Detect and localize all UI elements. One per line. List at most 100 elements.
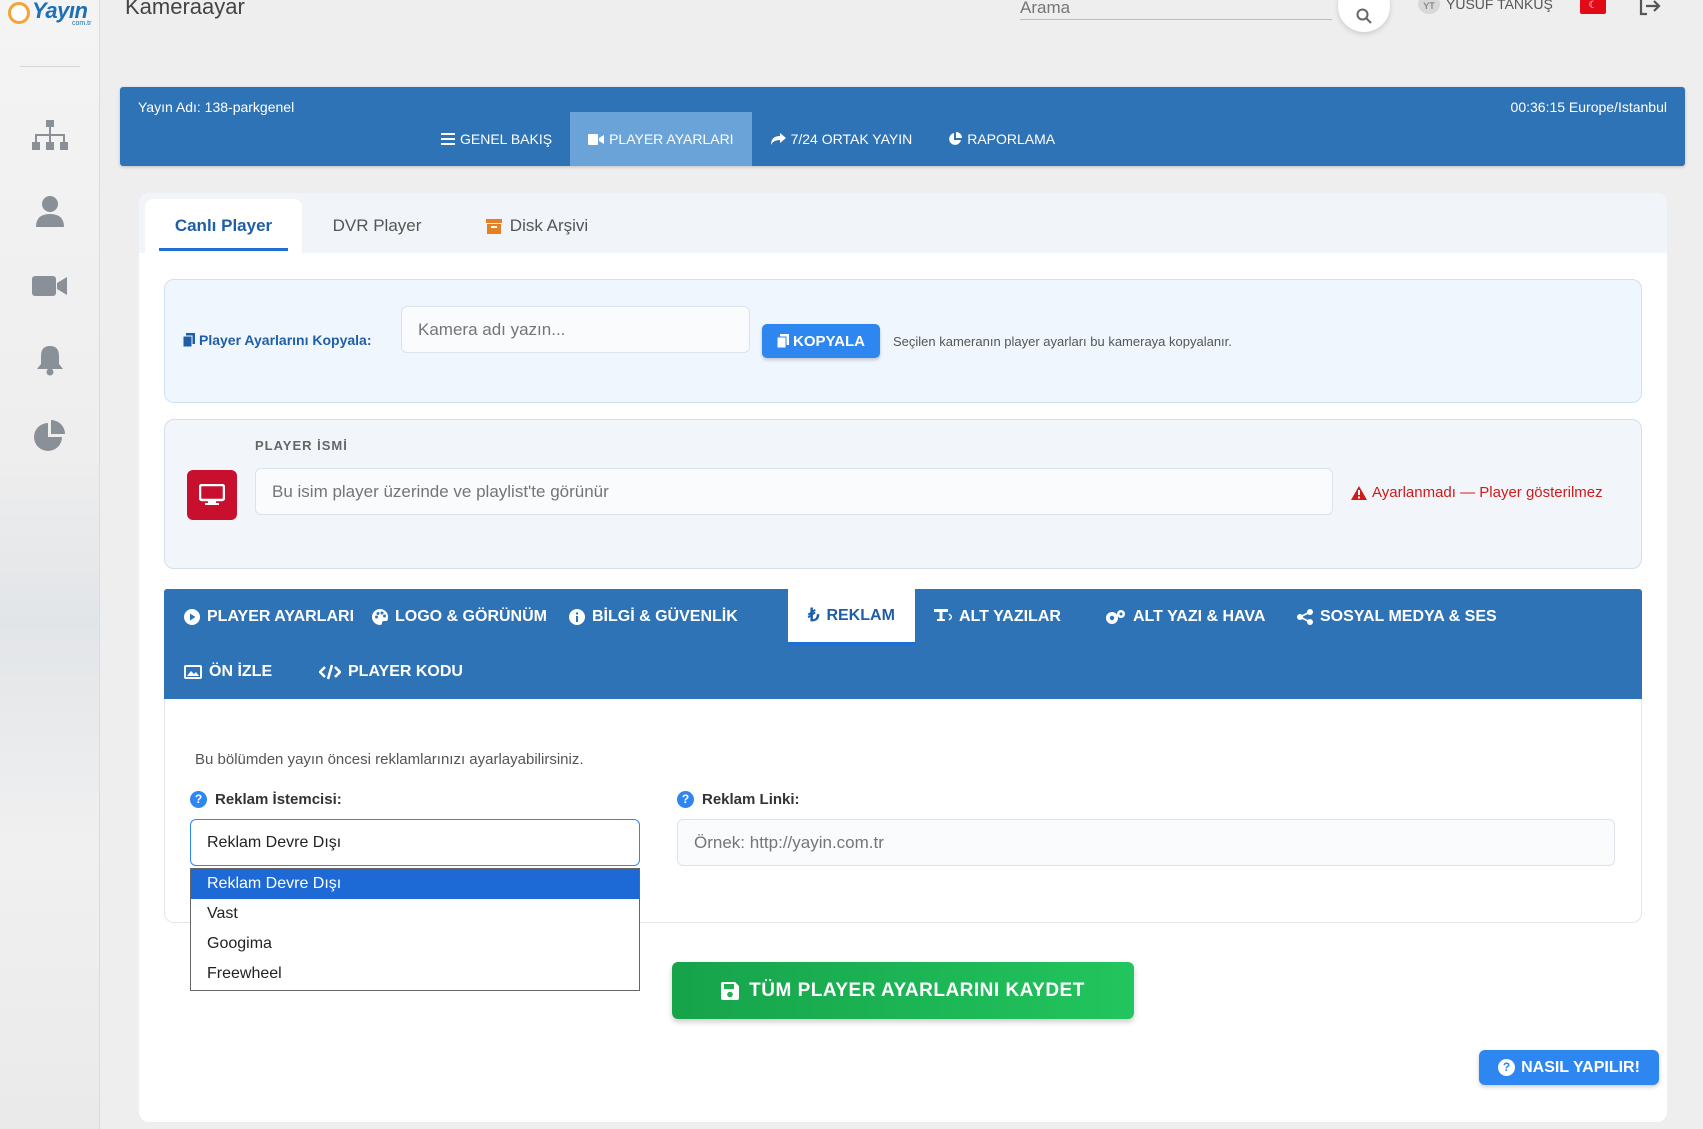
sidebar-divider (20, 66, 80, 67)
play-circle-icon (184, 609, 200, 625)
player-name-label: PLAYER İSMİ (255, 438, 348, 453)
tab-label: PLAYER AYARLARI (207, 608, 355, 625)
logout-icon[interactable] (1638, 0, 1662, 21)
ads-description: Bu bölümden yayın öncesi reklamlarınızı … (195, 751, 584, 768)
brand-sub: com.tr (72, 20, 92, 27)
copy-label: Player Ayarlarını Kopyala: (183, 332, 371, 348)
share-icon (1297, 609, 1313, 625)
monitor-icon (187, 470, 237, 520)
tab-label: Canlı Player (174, 216, 273, 235)
tab-bilgi-guvenlik[interactable]: BİLGİ & GÜVENLİK (549, 589, 758, 645)
copy-icon (777, 334, 790, 348)
copy-help-text: Seçilen kameranın player ayarları bu kam… (893, 334, 1232, 349)
user-name[interactable]: YUSUF TANKUŞ (1446, 0, 1553, 12)
copy-button-label: KOPYALA (793, 332, 865, 350)
help-button[interactable]: ? NASIL YAPILIR! (1479, 1050, 1659, 1085)
tab-reklam[interactable]: ₺ REKLAM (788, 589, 915, 645)
topnav-genel-bakis[interactable]: GENEL BAKIŞ (423, 112, 570, 166)
stream-name: Yayın Adı: 138-parkgenel (138, 99, 295, 115)
question-icon[interactable]: ? (190, 791, 207, 808)
player-name-panel: PLAYER İSMİ Ayarlanmadı — Player gösteri… (164, 419, 1642, 569)
pie-icon (949, 132, 963, 145)
topnav-ortak-yayin[interactable]: 7/24 ORTAK YAYIN (752, 112, 931, 166)
topnav-label: 7/24 ORTAK YAYIN (790, 131, 913, 147)
tab-label: DVR Player (332, 216, 422, 235)
copy-label-text: Player Ayarlarını Kopyala: (199, 332, 372, 348)
camera-name-input[interactable] (401, 306, 750, 353)
brand-logo[interactable]: Yayın com.tr (8, 0, 94, 30)
info-circle-icon (569, 609, 585, 625)
ads-client-options: Reklam Devre Dışı Vast Googima Freewheel (190, 868, 640, 991)
user-icon[interactable] (30, 193, 70, 229)
player-tabs: Canlı Player DVR Player Disk Arşivi (139, 193, 1667, 253)
player-name-warning: Ayarlanmadı — Player gösterilmez (1351, 484, 1603, 501)
copy-button[interactable]: KOPYALA (762, 324, 880, 358)
search-icon (1356, 8, 1372, 24)
cogs-icon (1106, 610, 1125, 624)
topnav-player-ayarlari[interactable]: PLAYER AYARLARI (570, 112, 752, 166)
tab-label: ALT YAZI & HAVA (1133, 608, 1266, 625)
tab-disk-arsivi[interactable]: Disk Arşivi (452, 199, 622, 253)
search-field[interactable] (1020, 0, 1332, 20)
tab-label: SOSYAL MEDYA & SES (1320, 608, 1497, 625)
sitemap-icon[interactable] (30, 118, 70, 154)
tab-alt-yazilar[interactable]: ALT YAZILAR (914, 589, 1081, 645)
copy-icon (183, 333, 195, 347)
text-height-icon (934, 609, 952, 621)
ads-link-input[interactable] (677, 819, 1615, 866)
lira-icon: ₺ (808, 605, 820, 625)
help-label: NASIL YAPILIR! (1521, 1058, 1640, 1076)
option-vast[interactable]: Vast (191, 899, 639, 929)
tab-label: REKLAM (826, 606, 895, 624)
image-icon (184, 665, 202, 679)
ads-client-label-text: Reklam İstemcisi: (215, 791, 342, 808)
tab-on-izle[interactable]: ÖN İZLE (164, 645, 292, 699)
tab-label: Disk Arşivi (509, 216, 589, 235)
archive-icon (485, 218, 502, 234)
topnav-label: RAPORLAMA (967, 131, 1056, 147)
tab-canli-player[interactable]: Canlı Player (145, 199, 302, 253)
save-all-label: TÜM PLAYER AYARLARINI KAYDET (749, 979, 1085, 1001)
bell-icon[interactable] (30, 342, 70, 378)
tab-label: BİLGİ & GÜVENLİK (592, 608, 738, 625)
turkey-flag-icon[interactable]: ☾ (1580, 0, 1606, 14)
stream-time: 00:36:15 Europe/Istanbul (1510, 99, 1667, 115)
save-all-button[interactable]: TÜM PLAYER AYARLARINI KAYDET (672, 962, 1134, 1019)
tab-dvr-player[interactable]: DVR Player (302, 199, 452, 253)
option-freewheel[interactable]: Freewheel (191, 959, 639, 989)
video-icon (588, 133, 605, 145)
tab-alt-yazi-hava[interactable]: ALT YAZI & HAVA (1084, 589, 1285, 645)
topnav-raporlama[interactable]: RAPORLAMA (930, 112, 1073, 166)
search-input[interactable] (1020, 0, 1332, 18)
tab-logo-gorunum[interactable]: LOGO & GÖRÜNÜM (352, 589, 567, 645)
warning-icon (1351, 485, 1367, 500)
tab-label: PLAYER KODU (348, 663, 463, 680)
search-button[interactable] (1338, 0, 1390, 32)
option-googima[interactable]: Googima (191, 929, 639, 959)
ads-link-label-text: Reklam Linki: (702, 791, 800, 808)
topnav-label: GENEL BAKIŞ (460, 131, 553, 147)
warning-text: Ayarlanmadı — Player gösterilmez (1372, 484, 1603, 501)
avatar[interactable]: YT (1418, 0, 1440, 14)
topnav-label: PLAYER AYARLARI (609, 131, 734, 147)
tab-player-kodu[interactable]: PLAYER KODU (299, 645, 483, 699)
tab-label: ÖN İZLE (209, 663, 273, 680)
bars-icon (441, 133, 455, 145)
pie-chart-icon[interactable] (30, 417, 70, 453)
ads-client-select[interactable]: Reklam Devre Dışı (190, 819, 640, 866)
question-icon: ? (1498, 1059, 1516, 1076)
tab-player-ayarlari[interactable]: PLAYER AYARLARI (164, 589, 374, 645)
question-icon[interactable]: ? (677, 791, 694, 808)
tab-sosyal-medya-ses[interactable]: SOSYAL MEDYA & SES (1277, 589, 1517, 645)
code-icon (319, 664, 341, 680)
palette-icon (372, 609, 388, 625)
ads-client-label: ? Reklam İstemcisi: (190, 791, 342, 808)
video-camera-icon[interactable] (30, 268, 70, 304)
tab-label: ALT YAZILAR (959, 608, 1061, 625)
option-reklam-devre-disi[interactable]: Reklam Devre Dışı (191, 869, 639, 899)
stream-header: Yayın Adı: 138-parkgenel 00:36:15 Europe… (120, 87, 1685, 166)
player-name-input[interactable] (255, 468, 1333, 515)
share-arrow-icon (770, 133, 786, 145)
ads-link-label: ? Reklam Linki: (677, 791, 800, 808)
tab-label: LOGO & GÖRÜNÜM (395, 608, 547, 625)
